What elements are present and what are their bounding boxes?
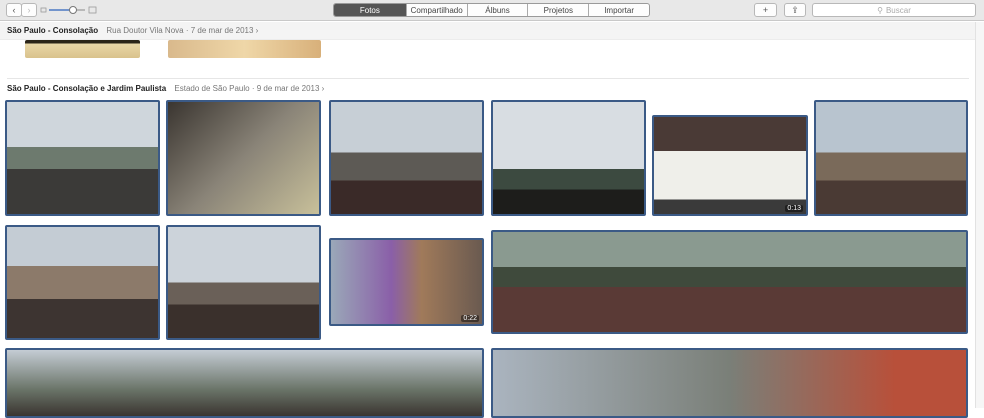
moment-location: Estado de São Paulo (174, 84, 250, 93)
video-duration: 0:22 (461, 315, 479, 322)
video-duration: 0:13 (785, 205, 803, 212)
photo-thumbnail[interactable] (5, 100, 160, 216)
moment-date: 9 de mar de 2013 › (256, 84, 325, 93)
search-input[interactable]: ⚲ Buscar (812, 3, 976, 17)
moment-header-2[interactable]: São Paulo - Consolação e Jardim Paulista… (7, 84, 324, 93)
photo-thumbnail[interactable] (166, 225, 321, 340)
photo-thumbnail[interactable] (5, 225, 160, 340)
zoom-slider[interactable] (40, 5, 100, 15)
video-thumbnail[interactable]: 0:13 (652, 115, 808, 216)
toolbar: ‹ › Fotos Compartilhado Álbuns Projetos … (0, 0, 984, 21)
add-button[interactable]: + (754, 3, 777, 17)
photo-thumbnail[interactable] (168, 40, 321, 58)
share-button[interactable]: ⇪ (784, 3, 806, 17)
tab-projetos[interactable]: Projetos (527, 4, 588, 16)
view-tabs: Fotos Compartilhado Álbuns Projetos Impo… (333, 3, 650, 17)
forward-button[interactable]: › (21, 3, 37, 17)
photo-thumbnail[interactable] (814, 100, 968, 216)
search-placeholder: Buscar (885, 5, 911, 15)
moment-date: 7 de mar de 2013 › (190, 26, 259, 35)
photo-thumbnail[interactable] (25, 40, 140, 58)
panorama-thumbnail[interactable] (491, 230, 968, 334)
photo-thumbnail[interactable] (329, 100, 484, 216)
tab-importar[interactable]: Importar (588, 4, 649, 16)
photo-thumbnail[interactable] (166, 100, 321, 216)
moment-location: Rua Doutor Vila Nova (106, 26, 184, 35)
photo-thumbnail[interactable] (491, 100, 646, 216)
back-button[interactable]: ‹ (6, 3, 22, 17)
video-thumbnail[interactable]: 0:22 (329, 238, 484, 326)
tab-compartilhado[interactable]: Compartilhado (405, 4, 467, 16)
moment-title: São Paulo - Consolação e Jardim Paulista (7, 84, 167, 93)
search-icon: ⚲ (877, 5, 883, 15)
moment-header-1[interactable]: São Paulo - Consolação Rua Doutor Vila N… (7, 26, 258, 35)
tab-fotos[interactable]: Fotos (334, 4, 406, 16)
scrollbar[interactable] (975, 22, 984, 408)
moment-title: São Paulo - Consolação (7, 26, 99, 35)
tab-albuns[interactable]: Álbuns (466, 4, 528, 16)
divider (7, 78, 969, 79)
